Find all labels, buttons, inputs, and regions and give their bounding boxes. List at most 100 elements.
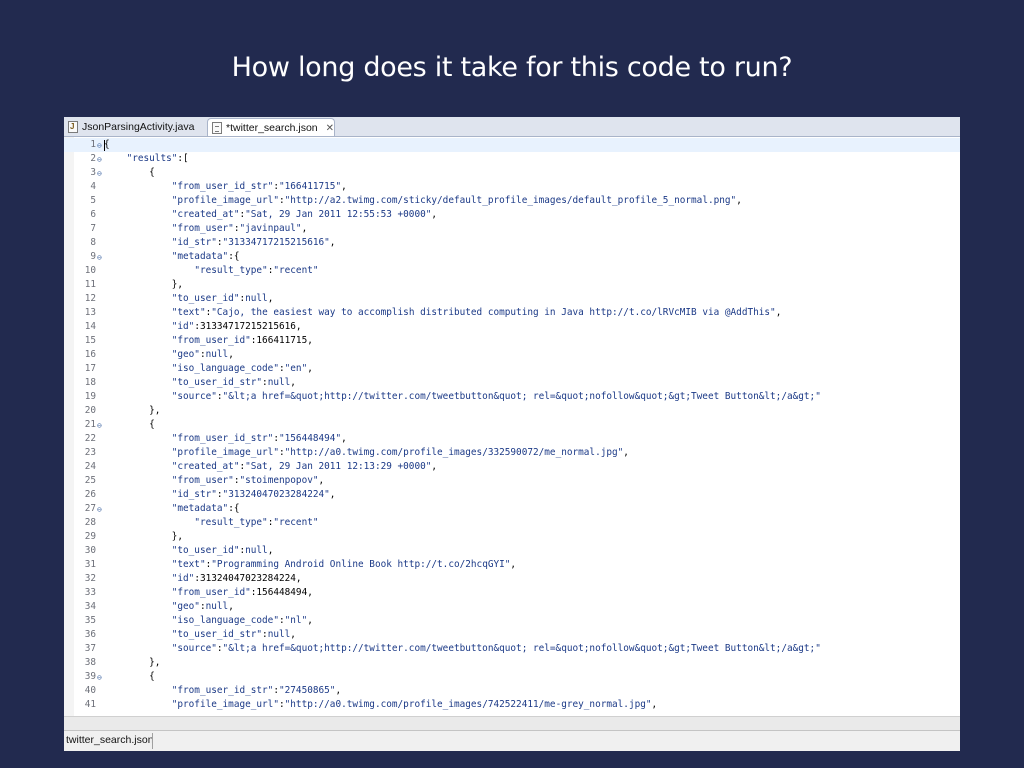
json-key: "to_user_id_str" (171, 377, 263, 388)
json-punctuation: , (431, 209, 438, 220)
code-text: "from_user_id_str":"166411715", (104, 180, 347, 194)
json-punctuation (104, 559, 172, 570)
json-punctuation: , (228, 601, 234, 612)
json-key: "id_str" (171, 489, 217, 500)
tab-json-parsing-activity[interactable]: JsonParsingActivity.java (64, 118, 200, 136)
json-punctuation: }, (104, 405, 161, 416)
line-number: 9 (90, 251, 96, 262)
code-line: 41 "profile_image_url":"http://a0.twimg.… (64, 698, 960, 712)
json-key: "profile_image_url" (171, 447, 279, 458)
line-number: 35 (84, 615, 96, 626)
line-number: 2 (90, 153, 96, 164)
json-punctuation (104, 209, 172, 220)
line-number: 34 (84, 601, 96, 612)
line-number: 11 (84, 279, 96, 290)
line-number: 14 (84, 321, 96, 332)
json-punctuation: :[ (177, 153, 189, 164)
code-text: "source":"&lt;a href=&quot;http://twitte… (104, 390, 821, 404)
code-line: 32 "id":31324047023284224, (64, 572, 960, 586)
horizontal-scrollbar[interactable] (64, 716, 960, 730)
code-text: "to_user_id_str":null, (104, 628, 296, 642)
code-line: 36 "to_user_id_str":null, (64, 628, 960, 642)
json-value: "Sat, 29 Jan 2011 12:55:53 +0000" (245, 209, 432, 220)
fold-collapse-icon[interactable]: ⊖ (97, 139, 102, 153)
line-number: 28 (84, 517, 96, 528)
code-text: "results":[ (104, 152, 189, 166)
code-line: 9 ⊖ "metadata":{ (64, 250, 960, 264)
line-number: 30 (84, 545, 96, 556)
code-text: "from_user_id":166411715, (104, 334, 313, 348)
code-line: 24 "created_at":"Sat, 29 Jan 2011 12:13:… (64, 460, 960, 474)
json-punctuation (104, 391, 172, 402)
code-line: 2 ⊖ "results":[ (64, 152, 960, 166)
json-value: null (267, 629, 291, 640)
json-punctuation (104, 685, 172, 696)
json-key: "created_at" (171, 461, 240, 472)
json-punctuation: :{ (228, 503, 240, 514)
code-text: }, (104, 278, 183, 292)
json-key: "to_user_id_str" (171, 629, 263, 640)
json-punctuation (104, 615, 172, 626)
code-line: 16 "geo":null, (64, 348, 960, 362)
json-punctuation: { (104, 671, 155, 682)
json-punctuation: , (329, 489, 336, 500)
code-text: "to_user_id_str":null, (104, 376, 296, 390)
line-number: 6 (90, 209, 96, 220)
line-number: 17 (84, 363, 96, 374)
line-number: 37 (84, 643, 96, 654)
code-line: 23 "profile_image_url":"http://a0.twimg.… (64, 446, 960, 460)
code-text-area[interactable]: 1 ⊖{2 ⊖ "results":[3 ⊖ {4 "from_user_id_str… (64, 137, 960, 716)
json-punctuation (104, 489, 172, 500)
json-value: "nl" (284, 615, 308, 626)
close-icon[interactable]: ✕ (326, 120, 334, 138)
json-punctuation: :166411715, (250, 335, 313, 346)
json-value: "31334717215215616" (222, 237, 330, 248)
json-punctuation: , (301, 223, 308, 234)
json-punctuation (104, 545, 172, 556)
json-key: "created_at" (171, 209, 240, 220)
line-number: 29 (84, 531, 96, 542)
fold-collapse-icon[interactable]: ⊖ (97, 251, 102, 265)
json-punctuation (104, 349, 172, 360)
code-text: "result_type":"recent" (104, 264, 318, 278)
code-line: 11 }, (64, 278, 960, 292)
json-punctuation: :{ (228, 251, 240, 262)
json-punctuation (104, 321, 172, 332)
json-punctuation: , (335, 685, 342, 696)
code-line: 10 "result_type":"recent" (64, 264, 960, 278)
tab-twitter-search-json[interactable]: *twitter_search.json ✕ (207, 118, 335, 136)
json-value: null (205, 349, 229, 360)
line-number: 22 (84, 433, 96, 444)
fold-collapse-icon[interactable]: ⊖ (97, 671, 102, 685)
code-text: "profile_image_url":"http://a0.twimg.com… (104, 698, 657, 712)
fold-collapse-icon[interactable]: ⊖ (97, 503, 102, 517)
json-key: "iso_language_code" (171, 615, 279, 626)
code-line: 35 "iso_language_code":"nl", (64, 614, 960, 628)
line-number: 12 (84, 293, 96, 304)
json-file-icon (212, 122, 222, 135)
code-text: "created_at":"Sat, 29 Jan 2011 12:13:29 … (104, 460, 437, 474)
code-text: }, (104, 530, 183, 544)
json-value: "http://a0.twimg.com/profile_images/3325… (284, 447, 624, 458)
code-line: 26 "id_str":"31324047023284224", (64, 488, 960, 502)
fold-collapse-icon[interactable]: ⊖ (97, 153, 102, 167)
json-value: "&lt;a href=&quot;http://twitter.com/twe… (222, 643, 821, 654)
code-line: 39 ⊖ { (64, 670, 960, 684)
json-punctuation: , (267, 545, 274, 556)
text-cursor (104, 140, 105, 151)
json-punctuation (104, 503, 172, 514)
code-line: 7 "from_user":"javinpaul", (64, 222, 960, 236)
code-text: "from_user_id_str":"156448494", (104, 432, 347, 446)
code-text: "created_at":"Sat, 29 Jan 2011 12:55:53 … (104, 208, 437, 222)
code-text: "to_user_id":null, (104, 544, 274, 558)
code-line: 19 "source":"&lt;a href=&quot;http://twi… (64, 390, 960, 404)
json-punctuation (104, 265, 194, 276)
json-key: "id_str" (171, 237, 217, 248)
status-bar: twitter_search.json (64, 730, 960, 751)
json-key: "from_user_id" (171, 335, 251, 346)
json-value: "Programming Android Online Book http://… (211, 559, 511, 570)
fold-collapse-icon[interactable]: ⊖ (97, 419, 102, 433)
fold-collapse-icon[interactable]: ⊖ (97, 167, 102, 181)
json-punctuation (104, 475, 172, 486)
code-line: 6 "created_at":"Sat, 29 Jan 2011 12:55:5… (64, 208, 960, 222)
